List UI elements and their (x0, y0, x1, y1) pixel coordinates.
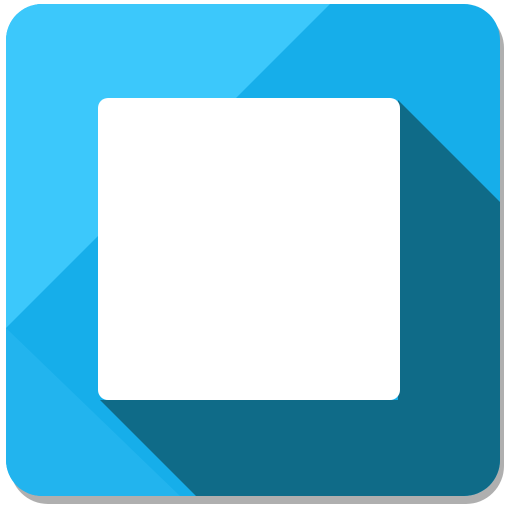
stop-square (98, 98, 400, 400)
app-icon (0, 0, 512, 512)
stop-square-icon (6, 4, 504, 504)
